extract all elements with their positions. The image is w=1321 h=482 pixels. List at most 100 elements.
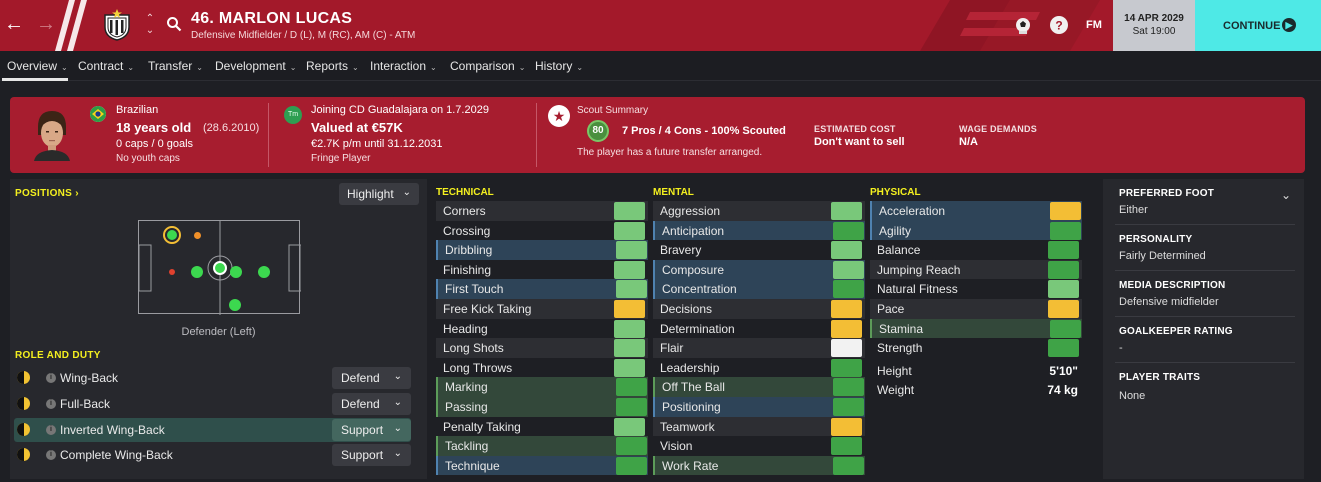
attribute-row[interactable]: Long Throws bbox=[436, 358, 648, 378]
player-avatar[interactable] bbox=[32, 109, 72, 161]
attribute-row[interactable]: Balance bbox=[870, 240, 1082, 260]
position-dot[interactable] bbox=[194, 232, 201, 239]
position-dot[interactable] bbox=[167, 230, 177, 240]
role-row[interactable]: i Full-Back Defend ⌄ bbox=[14, 392, 411, 416]
attribute-row[interactable]: Marking bbox=[436, 377, 648, 397]
attribute-row[interactable]: Tackling bbox=[436, 436, 648, 456]
attribute-row[interactable]: Jumping Reach bbox=[870, 259, 1082, 280]
attribute-row[interactable]: Dribbling bbox=[436, 240, 648, 260]
tab-overview[interactable]: Overview ⌄ bbox=[7, 59, 68, 73]
attribute-value-box bbox=[614, 339, 645, 358]
duty-dropdown[interactable]: Defend ⌄ bbox=[332, 367, 411, 389]
attribute-row[interactable]: Passing bbox=[436, 397, 648, 417]
attribute-row[interactable]: Pace bbox=[870, 299, 1082, 319]
goalkeeper-rating-label: GOALKEEPER RATING bbox=[1119, 326, 1233, 337]
attribute-name: Off The Ball bbox=[662, 380, 725, 395]
position-dot[interactable] bbox=[213, 261, 227, 275]
attribute-row[interactable]: Leadership bbox=[653, 358, 865, 378]
attribute-row[interactable]: Crossing bbox=[436, 221, 648, 241]
info-icon[interactable]: i bbox=[46, 373, 56, 383]
attribute-row[interactable]: Bravery bbox=[653, 240, 865, 260]
attribute-value-box bbox=[833, 456, 864, 475]
date-of-birth: (28.6.2010) bbox=[203, 122, 260, 134]
attribute-row[interactable]: Free Kick Taking bbox=[436, 299, 648, 319]
attribute-row[interactable]: Concentration bbox=[653, 279, 865, 299]
duty-dropdown[interactable]: Support ⌄ bbox=[332, 419, 411, 441]
attribute-row[interactable]: Flair bbox=[653, 338, 865, 358]
tab-interaction[interactable]: Interaction ⌄ bbox=[370, 59, 437, 73]
attribute-row[interactable]: Work Rate bbox=[653, 455, 865, 476]
attribute-value-box bbox=[833, 260, 864, 279]
joining-club[interactable]: Joining CD Guadalajara on 1.7.2029 bbox=[311, 104, 489, 116]
continue-button[interactable]: CONTINUE ▶ bbox=[1195, 0, 1321, 51]
attribute-value-box bbox=[831, 300, 862, 318]
position-dot[interactable] bbox=[229, 299, 241, 311]
chevron-down-icon: ⌄ bbox=[61, 63, 68, 72]
attribute-row[interactable]: Composure bbox=[653, 259, 865, 280]
attribute-row[interactable]: Decisions bbox=[653, 299, 865, 319]
tab-history[interactable]: History ⌄ bbox=[535, 59, 583, 73]
attribute-row[interactable]: Teamwork bbox=[653, 416, 865, 437]
weight-row: Weight 74 kg bbox=[870, 380, 1082, 400]
ball-icon[interactable] bbox=[1013, 15, 1033, 35]
attribute-value-box bbox=[614, 417, 645, 436]
attribute-row[interactable]: Agility bbox=[870, 220, 1082, 241]
attribute-row[interactable]: Penalty Taking bbox=[436, 417, 648, 437]
position-dot[interactable] bbox=[191, 266, 203, 278]
tab-development[interactable]: Development ⌄ bbox=[215, 59, 296, 73]
date-display[interactable]: 14 APR 2029 Sat 19:00 bbox=[1113, 0, 1195, 51]
positions-title[interactable]: POSITIONS › bbox=[15, 188, 79, 199]
tab-reports[interactable]: Reports ⌄ bbox=[306, 59, 359, 73]
info-icon[interactable]: i bbox=[46, 450, 56, 460]
attribute-name: Tackling bbox=[445, 439, 489, 454]
chevron-down-icon[interactable]: ⌄ bbox=[1281, 188, 1291, 202]
attribute-row[interactable]: Long Shots bbox=[436, 338, 648, 358]
info-icon[interactable]: i bbox=[46, 399, 56, 409]
position-dot[interactable] bbox=[258, 266, 270, 278]
fm-menu-button[interactable]: FM bbox=[1086, 19, 1102, 31]
role-row[interactable]: i Wing-Back Defend ⌄ bbox=[14, 366, 411, 390]
wage-demands-label: WAGE DEMANDS bbox=[959, 124, 1037, 134]
attribute-row[interactable]: Stamina bbox=[870, 318, 1082, 339]
info-icon[interactable]: i bbox=[46, 425, 56, 435]
attribute-row[interactable]: Vision bbox=[653, 436, 865, 456]
search-icon[interactable] bbox=[166, 16, 182, 32]
tab-transfer[interactable]: Transfer ⌄ bbox=[148, 59, 203, 73]
chevron-down-icon: ⌄ bbox=[518, 63, 526, 72]
star-icon[interactable]: ★ bbox=[548, 105, 570, 127]
attribute-row[interactable]: Off The Ball bbox=[653, 377, 865, 397]
attribute-row[interactable]: Heading bbox=[436, 319, 648, 339]
attribute-row[interactable]: First Touch bbox=[436, 279, 648, 299]
attribute-name: Free Kick Taking bbox=[443, 302, 532, 316]
attribute-row[interactable]: Positioning bbox=[653, 397, 865, 417]
attribute-row[interactable]: Finishing bbox=[436, 260, 648, 280]
duty-dropdown[interactable]: Support ⌄ bbox=[332, 444, 411, 466]
attribute-row[interactable]: Aggression bbox=[653, 201, 865, 221]
attribute-value-box bbox=[831, 417, 862, 436]
scout-summary[interactable]: 7 Pros / 4 Cons - 100% Scouted bbox=[622, 125, 786, 137]
attribute-row[interactable]: Corners bbox=[436, 201, 648, 221]
help-icon[interactable]: ? bbox=[1049, 15, 1069, 35]
attribute-name: Aggression bbox=[660, 204, 721, 218]
attribute-row[interactable]: Acceleration bbox=[870, 201, 1082, 221]
attribute-row[interactable]: Technique bbox=[436, 455, 648, 476]
attribute-row[interactable]: Anticipation bbox=[653, 220, 865, 241]
tab-contract[interactable]: Contract ⌄ bbox=[78, 59, 134, 73]
highlight-dropdown[interactable]: Highlight ⌄ bbox=[339, 183, 419, 205]
duty-dropdown[interactable]: Defend ⌄ bbox=[332, 393, 411, 415]
role-row-selected[interactable]: i Inverted Wing-Back Support ⌄ bbox=[14, 418, 411, 442]
weight-label: Weight bbox=[877, 383, 915, 397]
chevron-down-icon: ⌄ bbox=[393, 423, 402, 434]
role-row[interactable]: i Complete Wing-Back Support ⌄ bbox=[14, 443, 411, 467]
attribute-row[interactable]: Natural Fitness bbox=[870, 279, 1082, 299]
attribute-row[interactable]: Determination bbox=[653, 319, 865, 339]
back-icon[interactable]: ← bbox=[2, 12, 26, 36]
position-dot[interactable] bbox=[169, 269, 175, 275]
tab-comparison[interactable]: Comparison ⌄ bbox=[450, 59, 525, 73]
forward-icon[interactable]: → bbox=[34, 12, 58, 36]
player-switch-icon[interactable]: ⌃ ⌄ bbox=[144, 13, 156, 39]
scout-summary-label: Scout Summary bbox=[577, 105, 649, 116]
position-dot[interactable] bbox=[230, 266, 242, 278]
attribute-row[interactable]: Strength bbox=[870, 338, 1082, 358]
new-club-badge-icon[interactable]: Tm bbox=[284, 106, 302, 124]
